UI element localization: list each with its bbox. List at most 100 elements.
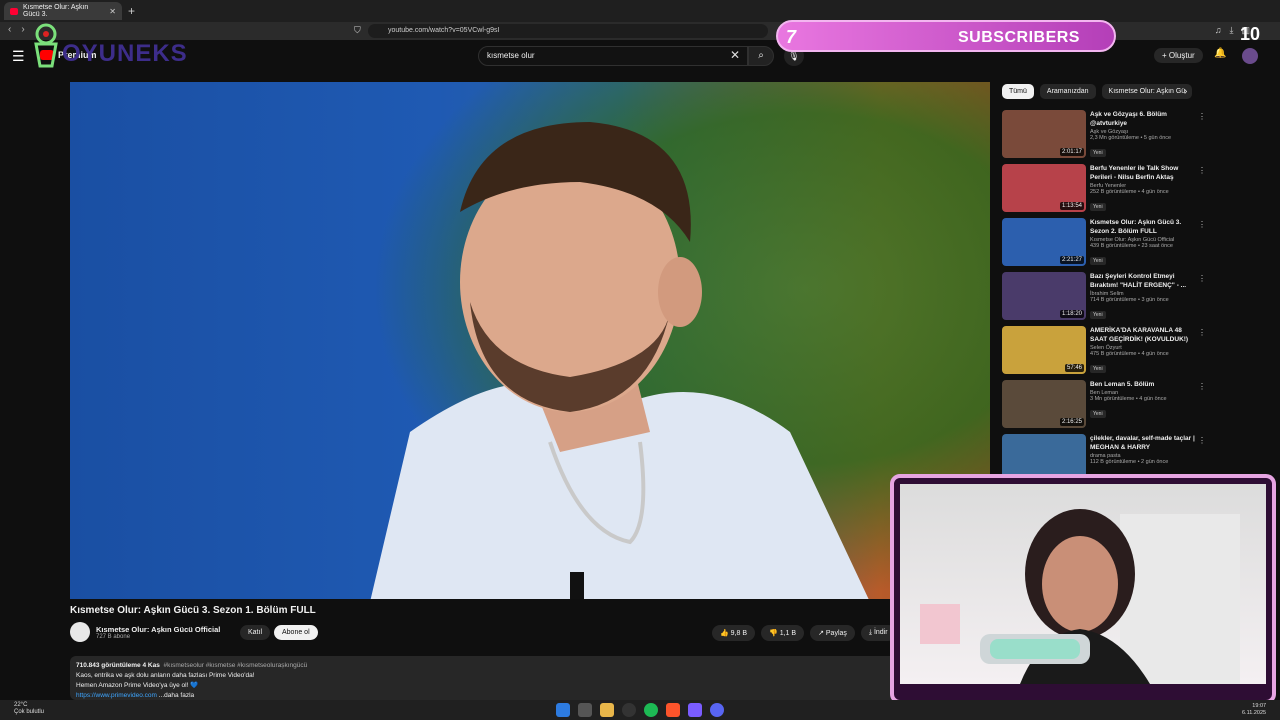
webcam-feed (900, 484, 1266, 684)
share-icon: ↗ (818, 630, 824, 637)
new-badge: Yeni (1090, 203, 1106, 211)
subscriber-goal-bar: 7 SUBSCRIBERS (776, 20, 1116, 52)
subscribe-button[interactable]: Abone ol (274, 625, 318, 640)
chip-all[interactable]: Tümü (1002, 84, 1034, 99)
notifications-bell-icon[interactable]: 🔔 (1214, 48, 1226, 59)
task-view-icon[interactable] (578, 703, 592, 717)
more-options-icon[interactable]: ⋮ (1198, 328, 1206, 337)
recommendation-title[interactable]: AMERİKA'DA KARAVANLA 48 SAAT GEÇİRDİK! (… (1090, 326, 1198, 344)
weather-widget[interactable]: 22°C Çok bulutlu (14, 702, 44, 716)
browser-tabstrip: Kısmetse Olur: Aşkın Gücü 3. ✕ + (0, 0, 1280, 22)
close-tab-icon[interactable]: ✕ (109, 7, 116, 16)
recommendation-item[interactable]: 2:01:17 Aşk ve Gözyaşı 6. Bölüm @atvturk… (1002, 110, 1212, 164)
channel-name[interactable]: Kısmetse Olur: Aşkın Gücü Official (96, 625, 220, 634)
recommendation-thumbnail[interactable]: 2:01:17 (1002, 110, 1086, 158)
recommendation-thumbnail[interactable]: 2:16:25 (1002, 380, 1086, 428)
more-options-icon[interactable]: ⋮ (1198, 436, 1206, 445)
video-actions: 👍 9,8 B 👎 1,1 B ↗ Paylaş ⤓ İndir (712, 625, 896, 641)
more-options-icon[interactable]: ⋮ (1198, 112, 1206, 121)
recommendation-stats: 252 B görüntüleme • 4 gün önce (1090, 189, 1169, 195)
recommendation-thumbnail[interactable]: 1:13:54 (1002, 164, 1086, 212)
file-explorer-icon[interactable] (600, 703, 614, 717)
search-input[interactable]: kısmetse olur (478, 46, 748, 66)
more-options-icon[interactable]: ⋮ (1198, 382, 1206, 391)
recommendation-title[interactable]: Berfu Yenenler ile Talk Show Perileri - … (1090, 164, 1198, 182)
join-button[interactable]: Katıl (240, 625, 271, 640)
downloads-icon[interactable]: ⤓ (1230, 25, 1234, 36)
chip-from-search[interactable]: Aramanızdan (1039, 84, 1096, 99)
channel-avatar[interactable] (70, 622, 90, 642)
brave-browser-icon[interactable] (666, 703, 680, 717)
youtube-favicon-icon (10, 7, 18, 15)
create-button[interactable]: + Oluştur (1154, 48, 1203, 63)
download-icon: ⤓ (868, 629, 873, 636)
back-arrow-icon[interactable]: ‹ (8, 24, 11, 35)
video-duration: 2:21:27 (1059, 256, 1084, 264)
recommendation-title[interactable]: çilekler, davalar, self-made taçlar | ME… (1090, 434, 1198, 452)
thumbs-down-icon: 👎 (769, 630, 778, 637)
like-button[interactable]: 👍 9,8 B (712, 625, 756, 641)
account-avatar[interactable] (1242, 48, 1258, 64)
recommendation-stats: 2,3 Mn görüntüleme • 5 gün önce (1090, 135, 1172, 141)
windows-taskbar: 22°C Çok bulutlu 19:07 6.11.2025 (0, 700, 1280, 720)
chip-channel[interactable]: Kısmetse Olur: Aşkın Gü (1101, 84, 1193, 99)
recommendation-stats: 439 B görüntüleme • 23 saat önce (1090, 243, 1173, 249)
recommendation-thumbnail[interactable]: 57:46 (1002, 326, 1086, 374)
more-options-icon[interactable]: ⋮ (1198, 220, 1206, 229)
recommendation-title[interactable]: Kısmetse Olur: Aşkın Gücü 3. Sezon 2. Bö… (1090, 218, 1198, 236)
hamburger-menu-icon[interactable]: ☰ (12, 48, 25, 65)
recommendation-thumbnail[interactable]: 1:18:20 (1002, 272, 1086, 320)
new-tab-button[interactable]: + (128, 4, 135, 18)
url-field[interactable]: youtube.com/watch?v=05VCwl-g9sI (368, 24, 768, 38)
bookmark-icon[interactable]: ⛉ (354, 25, 361, 36)
recommendation-title[interactable]: Ben Leman 5. Bölüm (1090, 380, 1198, 389)
recommendation-title[interactable]: Aşk ve Gözyaşı 6. Bölüm @atvturkiye (1090, 110, 1198, 128)
recommendation-title[interactable]: Bazı Şeyleri Kontrol Etmeyi Bıraktım! "H… (1090, 272, 1198, 290)
recommendation-item[interactable]: 1:13:54 Berfu Yenenler ile Talk Show Per… (1002, 164, 1212, 218)
chevron-right-icon[interactable]: › (1184, 86, 1187, 97)
thumbs-up-icon: 👍 (720, 630, 729, 637)
recommendation-item[interactable]: 57:46 AMERİKA'DA KARAVANLA 48 SAAT GEÇİR… (1002, 326, 1212, 380)
recommendation-stats: 112 B görüntüleme • 2 gün önce (1090, 459, 1169, 465)
app-icon[interactable] (688, 703, 702, 717)
spotify-icon[interactable] (644, 703, 658, 717)
webcam-person (920, 509, 1240, 684)
description-line: Kaos, entrika ve aşk dolu anların daha f… (76, 672, 255, 679)
video-duration: 2:01:17 (1059, 148, 1084, 156)
recommendation-list: 2:01:17 Aşk ve Gözyaşı 6. Bölüm @atvturk… (1002, 110, 1212, 488)
recommendation-item[interactable]: 1:18:20 Bazı Şeyleri Kontrol Etmeyi Bıra… (1002, 272, 1212, 326)
system-clock[interactable]: 19:07 6.11.2025 (1242, 703, 1266, 717)
dislike-button[interactable]: 👎 1,1 B (761, 625, 805, 641)
streamer-logo-text: OYUNEKS (62, 40, 188, 67)
more-options-icon[interactable]: ⋮ (1198, 166, 1206, 175)
tab-title: Kısmetse Olur: Aşkın Gücü 3. (22, 4, 89, 18)
obs-icon[interactable] (622, 703, 636, 717)
discord-icon[interactable] (710, 703, 724, 717)
share-button[interactable]: ↗ Paylaş (810, 625, 855, 641)
description-link[interactable]: https://www.primevideo.com (76, 692, 157, 699)
description-line: Hemen Amazon Prime Video'ya üye ol! 💙 (76, 682, 199, 689)
video-duration: 57:46 (1064, 364, 1084, 372)
description-tags[interactable]: #kısmetseolur #kısmetse #kısmetseolurașk… (163, 662, 307, 669)
webcam-frame (890, 474, 1276, 704)
new-badge: Yeni (1090, 149, 1106, 157)
start-icon[interactable] (556, 703, 570, 717)
recommendation-thumbnail[interactable]: 2:21:27 (1002, 218, 1086, 266)
recommendation-item[interactable]: 2:16:25 Ben Leman 5. Bölüm Ben Leman 3 M… (1002, 380, 1212, 434)
new-badge: Yeni (1090, 257, 1106, 265)
more-options-icon[interactable]: ⋮ (1198, 274, 1206, 283)
forward-arrow-icon[interactable]: › (21, 24, 24, 35)
video-description[interactable]: 710.843 görüntüleme 4 Kas #kısmetseolur … (70, 656, 900, 700)
show-more-button[interactable]: ...daha fazla (159, 692, 194, 699)
subscriber-label: SUBSCRIBERS (958, 29, 1080, 46)
clear-search-icon[interactable]: ✕ (730, 48, 740, 62)
recommendation-item[interactable]: 2:21:27 Kısmetse Olur: Aşkın Gücü 3. Sez… (1002, 218, 1212, 272)
browser-tab[interactable]: Kısmetse Olur: Aşkın Gücü 3. ✕ (4, 2, 122, 20)
mic-icon: 🎙 (788, 51, 800, 61)
video-duration: 2:16:25 (1059, 418, 1084, 426)
video-player[interactable] (70, 82, 990, 599)
search-button[interactable]: ⌕ (748, 46, 774, 66)
subscriber-goal: 10 (1240, 24, 1261, 44)
extension-icon[interactable]: ♫ (1215, 25, 1222, 36)
video-duration: 1:18:20 (1059, 310, 1084, 318)
